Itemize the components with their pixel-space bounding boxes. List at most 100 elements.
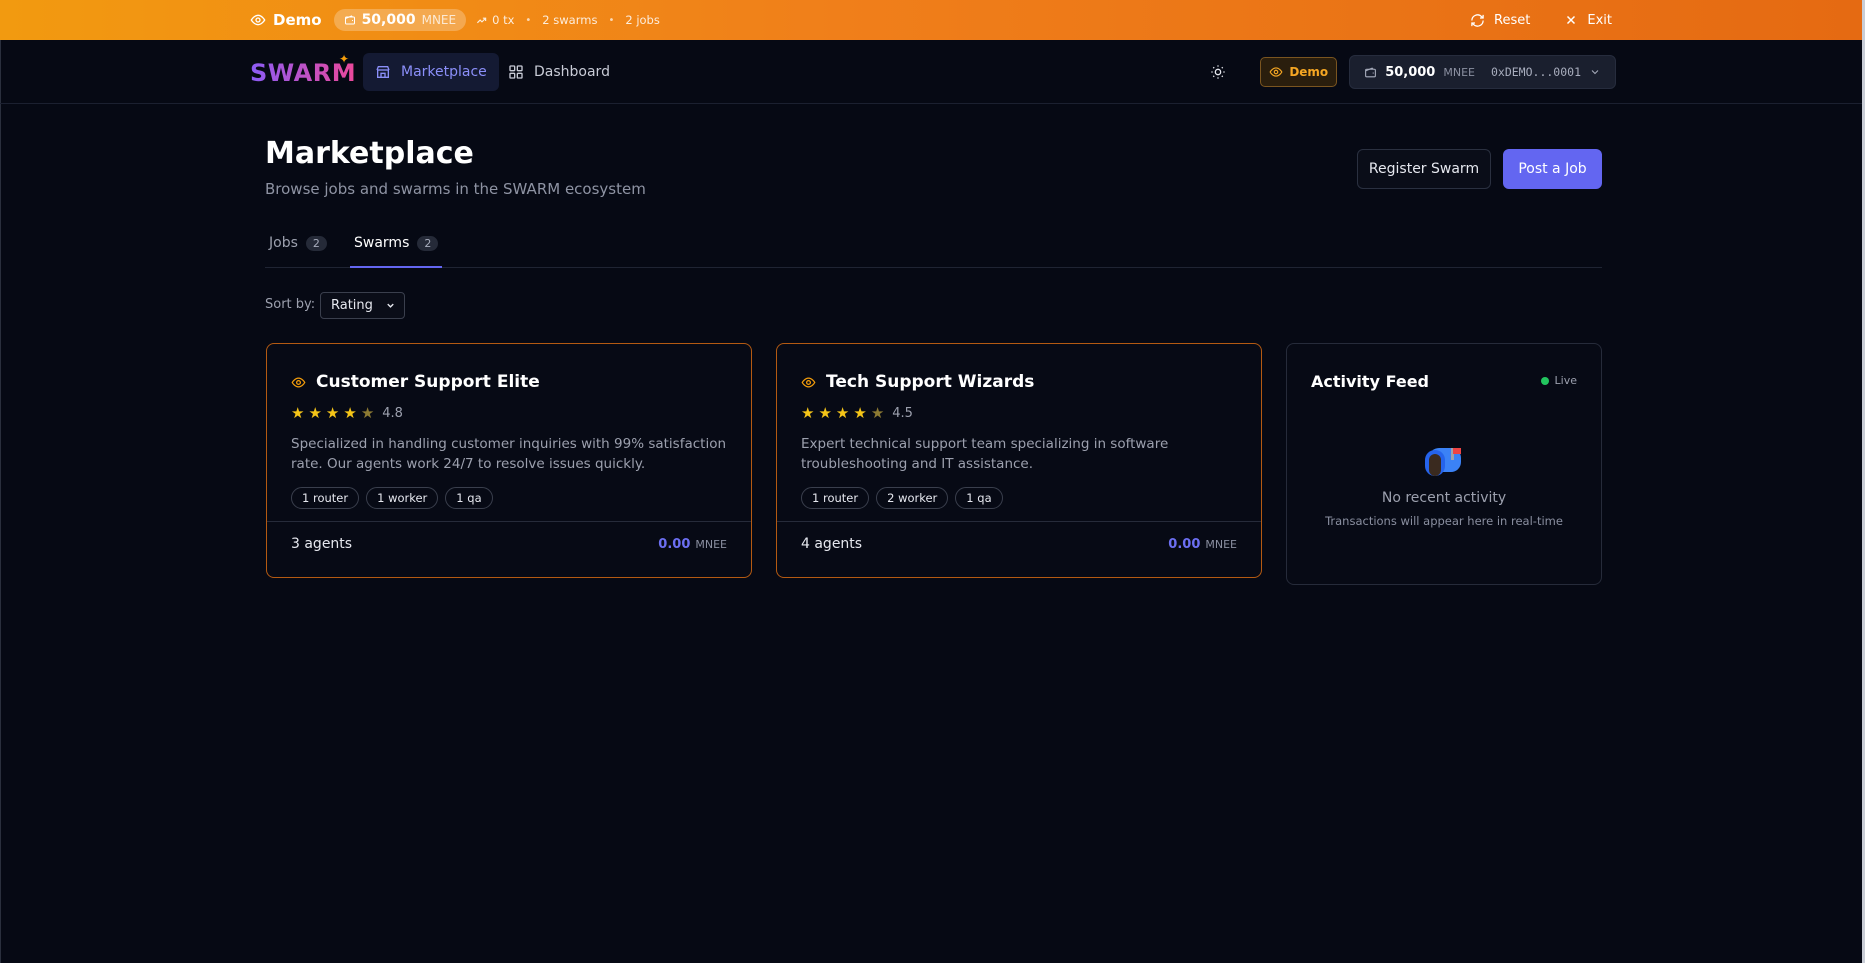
star-icon: ★ bbox=[343, 404, 357, 422]
demo-label-text: Demo bbox=[273, 11, 322, 29]
wallet-balance: 50,000 bbox=[1385, 64, 1436, 80]
role-tag: 1 worker bbox=[366, 487, 439, 509]
role-tag: 1 router bbox=[801, 487, 870, 509]
role-tag: 1 router bbox=[291, 487, 360, 509]
tab-swarms[interactable]: Swarms 2 bbox=[350, 230, 443, 268]
tab-jobs-label: Jobs bbox=[269, 235, 298, 251]
demo-swarm-count: 2 swarms bbox=[542, 13, 598, 27]
price-value: 0.00 bbox=[658, 537, 691, 552]
wallet-icon bbox=[344, 15, 355, 25]
eye-icon bbox=[291, 376, 306, 388]
star-icon: ★ bbox=[801, 404, 815, 422]
rating-value: 4.8 bbox=[382, 405, 403, 421]
swarm-price: 0.00 MNEE bbox=[1168, 537, 1237, 552]
tab-jobs[interactable]: Jobs 2 bbox=[269, 230, 327, 268]
sun-icon bbox=[1211, 65, 1225, 79]
separator-dot: • bbox=[608, 14, 615, 26]
nav-dashboard-label: Dashboard bbox=[534, 64, 610, 80]
chevron-down-icon bbox=[387, 303, 394, 308]
role-tag: 2 worker bbox=[876, 487, 949, 509]
demo-tx-text: 0 tx bbox=[492, 13, 515, 27]
swarm-price: 0.00 MNEE bbox=[658, 537, 727, 552]
demo-mode-badge: Demo bbox=[1260, 57, 1338, 87]
wallet-icon bbox=[1365, 67, 1377, 77]
swarm-description: Specialized in handling customer inquiri… bbox=[291, 436, 727, 472]
demo-mode-label: Demo bbox=[250, 11, 322, 29]
agent-role-tags: 1 router 2 worker 1 qa bbox=[801, 487, 1003, 509]
agent-role-tags: 1 router 1 worker 1 qa bbox=[291, 487, 493, 509]
trending-up-icon bbox=[477, 17, 487, 23]
star-icon: ★ bbox=[360, 404, 375, 422]
marketplace-tabs: Jobs 2 Swarms 2 bbox=[265, 230, 1602, 268]
mailbox-icon bbox=[1287, 444, 1601, 482]
refresh-icon bbox=[1471, 13, 1484, 27]
swarm-card[interactable]: Customer Support Elite ★ ★ ★ ★ ★ 4.8 Spe… bbox=[266, 343, 752, 578]
exit-label: Exit bbox=[1587, 12, 1612, 28]
star-icon: ★ bbox=[291, 404, 305, 422]
live-label: Live bbox=[1554, 374, 1577, 387]
eye-icon bbox=[801, 376, 816, 388]
activity-feed-title: Activity Feed bbox=[1311, 372, 1429, 391]
star-icon: ★ bbox=[818, 404, 832, 422]
register-swarm-button[interactable]: Register Swarm bbox=[1357, 149, 1491, 189]
star-icon: ★ bbox=[308, 404, 322, 422]
agent-count: 3 agents bbox=[291, 536, 353, 552]
role-tag: 1 qa bbox=[445, 487, 493, 509]
post-job-button[interactable]: Post a Job bbox=[1503, 149, 1602, 189]
chevron-down-icon bbox=[1591, 70, 1599, 75]
sort-select[interactable]: Rating bbox=[320, 292, 405, 319]
agent-count: 4 agents bbox=[801, 536, 863, 552]
eye-icon bbox=[250, 14, 266, 26]
demo-job-count: 2 jobs bbox=[625, 13, 660, 27]
star-rating: ★ ★ ★ ★ ★ 4.5 bbox=[801, 404, 913, 422]
activity-feed: Activity Feed Live No recent activity Tr… bbox=[1286, 343, 1602, 585]
eye-icon bbox=[1269, 67, 1283, 77]
star-icon: ★ bbox=[853, 404, 867, 422]
swarm-description: Expert technical support team specializi… bbox=[801, 436, 1169, 472]
swarm-name: Tech Support Wizards bbox=[826, 372, 1035, 392]
nav-marketplace[interactable]: Marketplace bbox=[363, 53, 499, 91]
nav-dashboard[interactable]: Dashboard bbox=[496, 53, 622, 91]
demo-tx-count: 0 tx • 2 swarms • 2 jobs bbox=[476, 13, 660, 27]
card-divider bbox=[267, 521, 751, 522]
reset-label: Reset bbox=[1494, 12, 1531, 28]
top-nav: SWARM ✦ Marketplace Dashboard Demo 50,00… bbox=[0, 40, 1862, 104]
price-unit: MNEE bbox=[1205, 538, 1237, 551]
exit-demo-button[interactable]: Exit bbox=[1564, 13, 1612, 28]
window-edge-left bbox=[0, 0, 1, 963]
theme-toggle-button[interactable] bbox=[1202, 56, 1234, 88]
live-dot-icon bbox=[1540, 376, 1549, 385]
tab-jobs-count: 2 bbox=[305, 236, 327, 251]
wallet-button[interactable]: 50,000 MNEE 0xDEMO...0001 bbox=[1349, 55, 1616, 89]
wallet-address: 0xDEMO...0001 bbox=[1490, 65, 1581, 79]
sparkle-icon: ✦ bbox=[339, 52, 350, 66]
star-icon: ★ bbox=[835, 404, 850, 422]
swarm-card[interactable]: Tech Support Wizards ★ ★ ★ ★ ★ 4.5 Exper… bbox=[776, 343, 1262, 578]
demo-balance: 50,000 bbox=[361, 12, 416, 28]
card-divider bbox=[777, 521, 1261, 522]
role-tag: 1 qa bbox=[955, 487, 1003, 509]
swarm-name: Customer Support Elite bbox=[316, 372, 540, 392]
tab-swarms-label: Swarms bbox=[354, 235, 410, 251]
star-icon: ★ bbox=[870, 404, 885, 422]
page-subtitle: Browse jobs and swarms in the SWARM ecos… bbox=[265, 180, 646, 198]
separator-dot: • bbox=[525, 14, 532, 26]
price-value: 0.00 bbox=[1168, 537, 1201, 552]
reset-button[interactable]: Reset bbox=[1470, 13, 1530, 28]
demo-banner: Demo 50,000 MNEE 0 tx • 2 swarms • 2 job… bbox=[0, 0, 1862, 40]
empty-state-subtitle: Transactions will appear here in real-ti… bbox=[1325, 514, 1563, 528]
wallet-unit: MNEE bbox=[1443, 65, 1475, 79]
close-icon bbox=[1567, 15, 1576, 25]
demo-badge-label: Demo bbox=[1289, 65, 1329, 79]
nav-marketplace-label: Marketplace bbox=[401, 64, 487, 80]
store-icon bbox=[376, 66, 390, 78]
empty-state-title: No recent activity bbox=[1381, 490, 1507, 506]
sort-selected-value: Rating bbox=[331, 298, 373, 313]
page-title: Marketplace bbox=[265, 136, 474, 171]
demo-balance-unit: MNEE bbox=[421, 13, 457, 27]
rating-value: 4.5 bbox=[892, 405, 913, 421]
star-rating: ★ ★ ★ ★ ★ 4.8 bbox=[291, 404, 403, 422]
grid-icon bbox=[509, 65, 523, 79]
demo-balance-pill: 50,000 MNEE bbox=[333, 9, 467, 31]
live-indicator: Live bbox=[1540, 374, 1577, 387]
